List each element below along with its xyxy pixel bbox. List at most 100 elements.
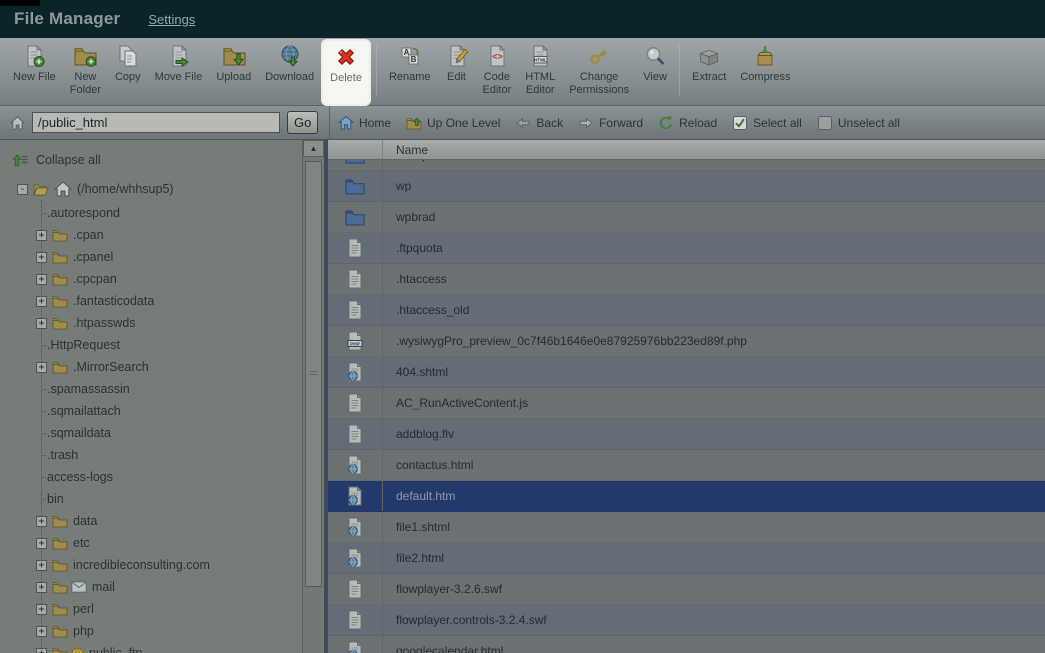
- sidebar-item-label: .fantasticodata: [73, 294, 154, 308]
- name-column-header[interactable]: Name: [383, 143, 428, 157]
- tree-expander[interactable]: -: [17, 184, 28, 195]
- tree-expander[interactable]: +: [36, 582, 47, 593]
- tree-expander[interactable]: +: [36, 252, 47, 263]
- go-button[interactable]: Go: [287, 111, 318, 134]
- sidebar-item-sqmailattach[interactable]: .sqmailattach: [0, 400, 302, 422]
- sidebar-item-data[interactable]: + data: [0, 510, 302, 532]
- unselect-all-icon: [817, 115, 833, 131]
- tree-expander[interactable]: +: [36, 538, 47, 549]
- tree-expander[interactable]: +: [36, 274, 47, 285]
- sidebar-item-cpan[interactable]: +.cpan: [0, 224, 302, 246]
- file-row-ac-runactivecontent-js[interactable]: AC_RunActiveContent.js: [328, 388, 1045, 419]
- nav-back-button[interactable]: Back: [515, 115, 563, 131]
- file-row-contactus-html[interactable]: contactus.html: [328, 450, 1045, 481]
- sidebar-item-sqmaildata[interactable]: .sqmaildata: [0, 422, 302, 444]
- nav-unselect-all-button[interactable]: Unselect all: [817, 115, 900, 131]
- file-row-wpbrad[interactable]: wpbrad: [328, 202, 1045, 233]
- sidebar-item-httprequest[interactable]: .HttpRequest: [0, 334, 302, 356]
- path-input[interactable]: [32, 112, 280, 133]
- file-row-googlecalendar-html[interactable]: googlecalendar.html: [328, 636, 1045, 653]
- collapse-all-button[interactable]: Collapse all: [0, 150, 302, 176]
- file-row-wp[interactable]: wp: [328, 171, 1045, 202]
- new-folder-button[interactable]: New Folder: [63, 40, 108, 105]
- tree-expander[interactable]: +: [36, 230, 47, 241]
- sidebar-item-label: bin: [47, 492, 64, 506]
- nav-up-one-level-button[interactable]: Up One Level: [406, 115, 500, 131]
- sidebar-item-htpasswds[interactable]: +.htpasswds: [0, 312, 302, 334]
- file-row-wysiwygpro-preview-0c7f46b1646e0e87925976bb223ed89f-php[interactable]: PHP.wysiwygPro_preview_0c7f46b1646e0e879…: [328, 326, 1045, 357]
- new-folder-icon: [73, 44, 97, 68]
- file-name: addblog.flv: [383, 427, 454, 441]
- code-editor-button[interactable]: <>Code Editor: [476, 40, 519, 105]
- nav-select-all-button[interactable]: Select all: [732, 115, 802, 131]
- tree-expander[interactable]: +: [36, 560, 47, 571]
- sidebar-item-autorespond[interactable]: .autorespond: [0, 202, 302, 224]
- new-file-icon: [22, 44, 46, 68]
- file-row-wordpress2[interactable]: wordpress2: [328, 160, 1045, 171]
- scroll-up-button[interactable]: ▲: [303, 140, 324, 157]
- html-file-icon: [344, 486, 366, 506]
- sidebar-item-etc[interactable]: +etc: [0, 532, 302, 554]
- file-row-flowplayer-controls-3-2-4-swf[interactable]: flowplayer.controls-3.2.4.swf: [328, 605, 1045, 636]
- upload-button[interactable]: Upload: [209, 40, 258, 105]
- sidebar-item-php[interactable]: +php: [0, 620, 302, 642]
- download-button[interactable]: Download: [258, 40, 321, 105]
- sidebar-item-perl[interactable]: +perl: [0, 598, 302, 620]
- compress-icon: [753, 44, 777, 68]
- file-row-flowplayer-3-2-6-swf[interactable]: flowplayer-3.2.6.swf: [328, 574, 1045, 605]
- text-file-icon: [344, 393, 366, 413]
- html-file-icon: [344, 517, 366, 537]
- tree-children: .autorespond+.cpan+.cpanel+.cpcpan+.fant…: [0, 202, 302, 653]
- change-permissions-button[interactable]: Change Permissions: [562, 40, 636, 105]
- tree-expander[interactable]: +: [36, 516, 47, 527]
- file-row-default-htm[interactable]: default.htm: [328, 481, 1045, 512]
- view-button[interactable]: View: [636, 40, 674, 105]
- sidebar-item-bin[interactable]: bin: [0, 488, 302, 510]
- scrollbar-thumb[interactable]: [305, 161, 322, 587]
- sidebar-item-label: .sqmailattach: [47, 404, 121, 418]
- nav-reload-button[interactable]: Reload: [658, 115, 717, 131]
- sidebar-item-incredibleconsulting-com[interactable]: +incredibleconsulting.com: [0, 554, 302, 576]
- edit-button[interactable]: Edit: [438, 40, 476, 105]
- extract-button[interactable]: Extract: [685, 40, 733, 105]
- html-editor-button[interactable]: HTMLHTML Editor: [518, 40, 562, 105]
- move-file-button[interactable]: Move File: [148, 40, 210, 105]
- compress-button[interactable]: Compress: [733, 40, 797, 105]
- settings-link[interactable]: Settings: [148, 12, 195, 27]
- tree-root-home[interactable]: - (/home/whhsup5): [0, 176, 302, 202]
- tree-expander[interactable]: +: [36, 604, 47, 615]
- sidebar-item-trash[interactable]: .trash: [0, 444, 302, 466]
- sidebar-item-public-ftp[interactable]: +public_ftp: [0, 642, 302, 653]
- tree-expander[interactable]: +: [36, 296, 47, 307]
- file-row-htaccess-old[interactable]: .htaccess_old: [328, 295, 1045, 326]
- tree-expander[interactable]: +: [36, 648, 47, 653]
- sidebar-item-mail[interactable]: +mail: [0, 576, 302, 598]
- copy-button[interactable]: Copy: [108, 40, 148, 105]
- file-name: default.htm: [383, 489, 455, 503]
- file-row-htaccess[interactable]: .htaccess: [328, 264, 1045, 295]
- file-manager-window: File Manager Settings New FileNew Folder…: [0, 0, 1045, 653]
- file-row-file2-html[interactable]: file2.html: [328, 543, 1045, 574]
- file-row-404-shtml[interactable]: 404.shtml: [328, 357, 1045, 388]
- tree-expander[interactable]: +: [36, 626, 47, 637]
- tree-expander[interactable]: +: [36, 318, 47, 329]
- file-row-file1-shtml[interactable]: file1.shtml: [328, 512, 1045, 543]
- rename-button[interactable]: ABRename: [382, 40, 438, 105]
- delete-button[interactable]: Delete: [323, 41, 369, 104]
- sidebar-item-access-logs[interactable]: access-logs: [0, 466, 302, 488]
- sidebar-item-cpanel[interactable]: +.cpanel: [0, 246, 302, 268]
- sidebar-item-label: data: [73, 514, 97, 528]
- icon-column-header: [328, 140, 383, 159]
- sidebar-item-mirrorsearch[interactable]: +.MirrorSearch: [0, 356, 302, 378]
- sidebar-item-cpcpan[interactable]: +.cpcpan: [0, 268, 302, 290]
- tree-expander[interactable]: +: [36, 362, 47, 373]
- new-file-button[interactable]: New File: [6, 40, 63, 105]
- file-row-ftpquota[interactable]: .ftpquota: [328, 233, 1045, 264]
- file-row-addblog-flv[interactable]: addblog.flv: [328, 419, 1045, 450]
- nav-home-button[interactable]: Home: [338, 115, 391, 131]
- sidebar-scrollbar[interactable]: ▲: [302, 140, 324, 653]
- nav-forward-button[interactable]: Forward: [578, 115, 643, 131]
- sidebar-item-spamassassin[interactable]: .spamassassin: [0, 378, 302, 400]
- file-list-header[interactable]: Name: [328, 140, 1045, 160]
- sidebar-item-fantasticodata[interactable]: + .fantasticodata: [0, 290, 302, 312]
